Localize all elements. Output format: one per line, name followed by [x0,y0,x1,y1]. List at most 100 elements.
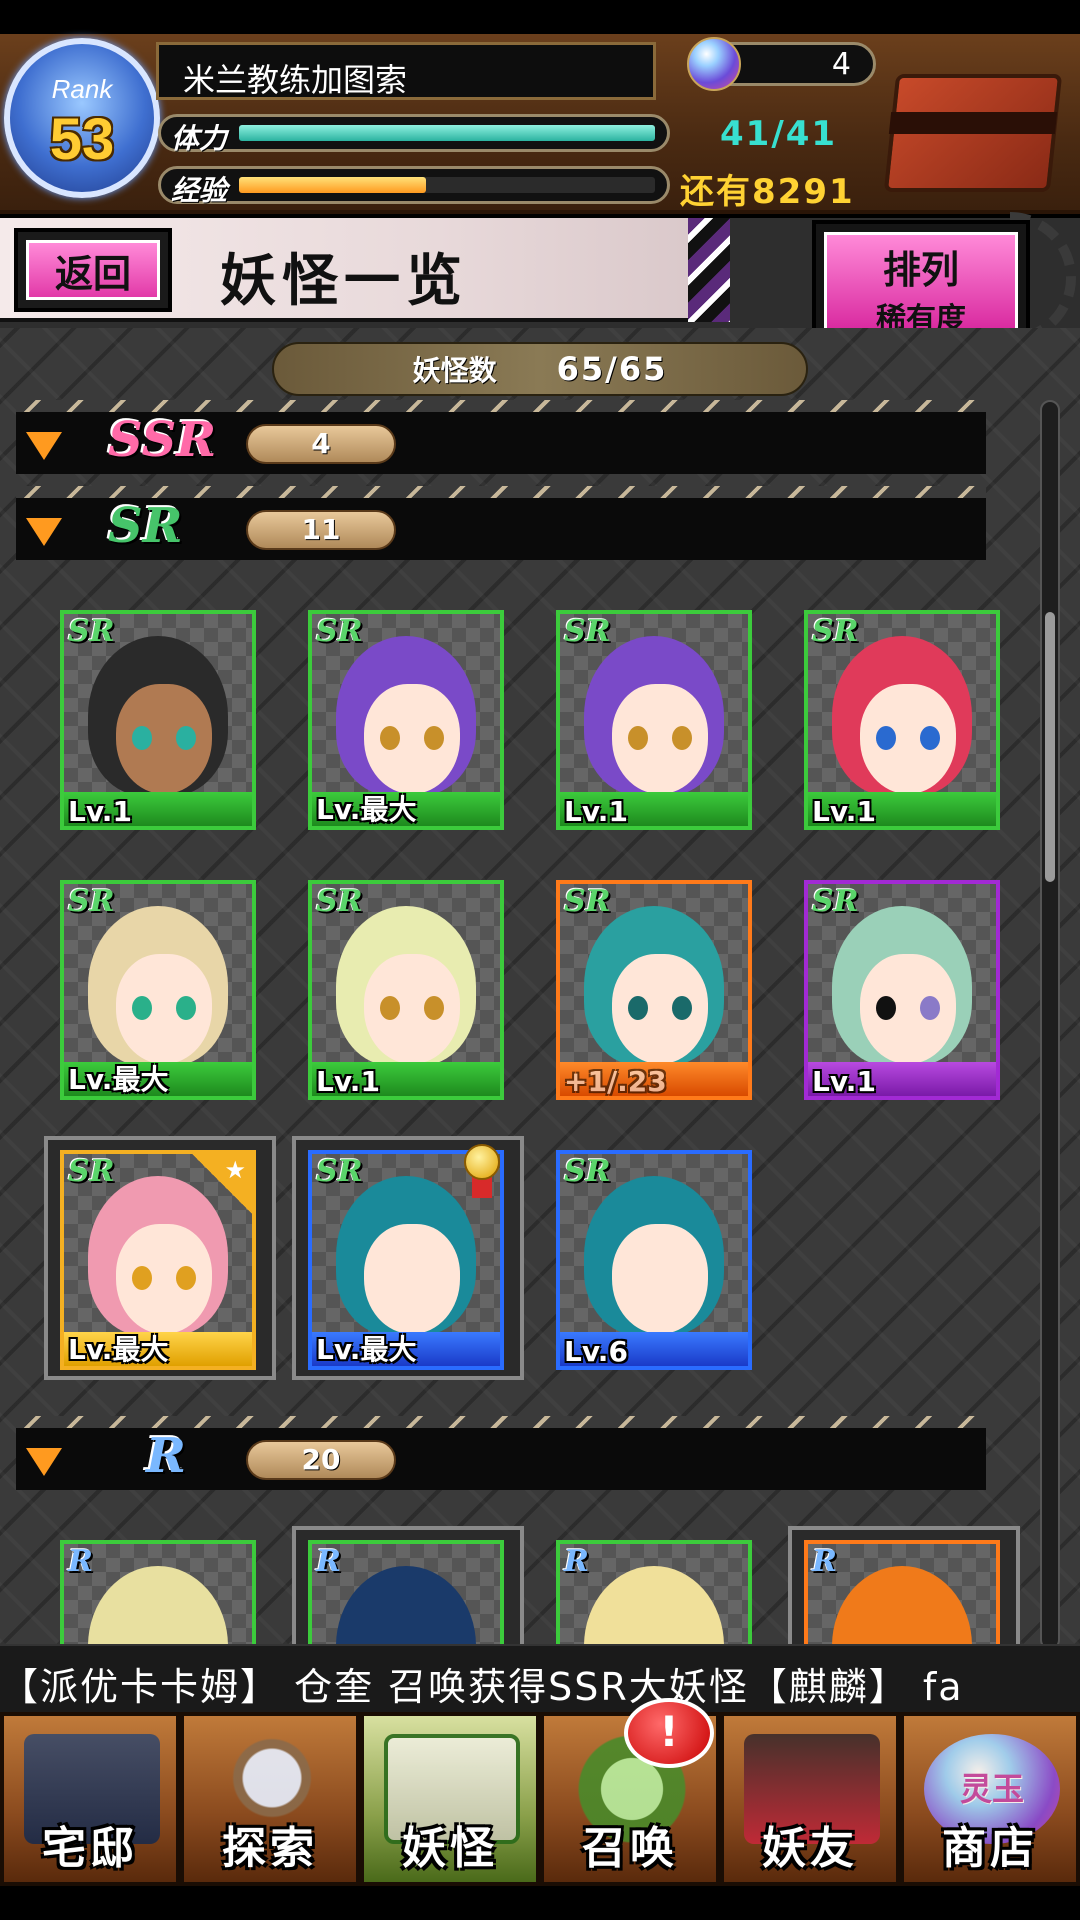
title-strip: 返回 妖怪一览 [0,218,730,322]
nav-friends[interactable]: 妖友 [720,1712,900,1886]
collapse-arrow-icon[interactable] [26,432,62,460]
yokai-card[interactable]: SR Lv.1 [308,880,504,1100]
back-button[interactable]: 返回 [14,228,172,312]
portrait-eye [876,726,896,750]
yokai-card[interactable]: SR Lv.最大 [60,880,256,1100]
exp-label: 经验 [171,174,228,207]
portrait-hair [832,1566,972,1644]
collapse-arrow-icon[interactable] [26,1448,62,1476]
portrait-eye [132,1266,152,1290]
player-name: 米兰教练加图索 [183,61,408,99]
card-rarity-tag: SR [564,614,611,649]
portrait-eye [176,996,196,1020]
portrait-face [116,684,212,794]
gem-count: 4 [831,47,851,82]
yokai-list[interactable]: 妖怪数 65/65 SSR 4 SR 11 SR Lv.1 SR Lv.最大 S… [0,328,1080,1644]
group-header-sr[interactable]: SR 11 [16,486,986,560]
card-frame: SR Lv.1 [60,610,256,830]
yokai-card[interactable]: R [60,1540,256,1644]
page-title: 妖怪一览 [220,248,468,314]
scrollbar-thumb[interactable] [1045,612,1055,882]
sort-button[interactable]: 排列 稀有度 [812,220,1030,344]
portrait-eye [380,996,400,1020]
rank-badge[interactable]: Rank 53 [4,38,160,198]
card-level: Lv.1 [812,795,876,828]
announcement-ticker: 【派优卡卡姆】 仓奎 召唤获得SSR大妖怪【麒麟】 fa [0,1644,1080,1712]
scrollbar[interactable] [1040,400,1060,1644]
exp-track [239,177,655,193]
orb-text: 灵玉 [959,1770,1024,1808]
player-name-box: 米兰教练加图索 [156,42,656,100]
exp-bar: 经验 [158,166,670,207]
yokai-card[interactable]: R [556,1540,752,1644]
yokai-card[interactable]: SR +1/.23 [556,880,752,1100]
spirit-gem-icon [687,37,741,91]
group-header-ssr[interactable]: SSR 4 [16,400,986,474]
collapse-arrow-icon[interactable] [26,518,62,546]
group-header-r[interactable]: R 20 [16,1416,986,1490]
yokai-card[interactable]: SR Lv.1 [60,610,256,830]
yokai-card[interactable]: SR Lv.6 [556,1150,752,1370]
summon-alert-badge[interactable]: ! [624,1698,714,1768]
yokai-card[interactable]: SR Lv.1 [804,610,1000,830]
exp-remaining: 还有8291 [680,172,855,212]
rank-value: 53 [49,107,115,172]
sort-title: 排列 [882,248,959,292]
stamina-track [239,125,655,141]
card-frame: R [308,1540,504,1644]
nav-mansion[interactable]: 宅邸 [0,1712,180,1886]
portrait-eye [380,726,400,750]
yokai-card[interactable]: SR Lv.最大 [292,1136,524,1380]
card-rarity-tag: SR [316,614,363,649]
card-level: Lv.1 [812,1065,876,1098]
card-level: Lv.1 [68,795,132,828]
card-level: Lv.最大 [316,1333,417,1366]
card-rarity-tag: SR [68,884,115,919]
gem-counter[interactable]: 4 [687,37,876,91]
card-rarity-tag: R [812,1544,837,1579]
status-bar [0,0,1080,34]
card-rarity-tag: R [564,1544,589,1579]
portrait-face [612,954,708,1064]
card-frame: SR Lv.最大 [308,610,504,830]
nav-explore[interactable]: 探索 [180,1712,360,1886]
portrait-eye [628,996,648,1020]
portrait-face [612,684,708,794]
group-count-r: 20 [246,1440,396,1480]
card-frame: SR Lv.1 [804,610,1000,830]
card-rarity-tag: SR [68,614,115,649]
yokai-count-pill: 妖怪数 65/65 [272,342,808,396]
yokai-card[interactable]: SR Lv.1 [556,610,752,830]
yokai-card[interactable]: SR Lv.1 [804,880,1000,1100]
sort-button-face: 排列 稀有度 [824,232,1018,337]
portrait-face [364,684,460,794]
chest-stripe [888,112,1058,134]
portrait-hair [584,1566,724,1644]
nav-label: 妖友 [762,1823,858,1874]
card-rarity-tag: SR [316,1154,363,1189]
ticker-text: 【派优卡卡姆】 仓奎 召唤获得SSR大妖怪【麒麟】 fa [0,1665,964,1709]
nav-label: 妖怪 [402,1823,498,1874]
card-level: Lv.1 [564,795,628,828]
treasure-chest-icon[interactable] [878,44,1068,204]
yokai-card[interactable]: ★ SR Lv.最大 [44,1136,276,1380]
portrait-eye [424,996,444,1020]
portrait-face [860,954,956,1064]
yokai-card[interactable]: SR Lv.最大 [308,610,504,830]
yokai-card[interactable]: R [788,1526,1020,1644]
nav-label: 召唤 [582,1823,678,1874]
eyepatch [876,996,896,1020]
portrait-eye [132,996,152,1020]
star-icon: ★ [224,1156,246,1184]
card-frame: SR Lv.最大 [60,880,256,1100]
portrait-eye [176,726,196,750]
exp-fill [239,177,427,193]
nav-shop[interactable]: 灵玉 商店 [900,1712,1080,1886]
yokai-card[interactable]: R [292,1526,524,1644]
group-count-sr: 11 [246,510,396,550]
portrait-eye [628,726,648,750]
portrait-face [116,954,212,1064]
player-header: Rank 53 米兰教练加图索 体力 经验 41/41 还有8291 4 [0,34,1080,214]
portrait-eye [672,996,692,1020]
nav-yokai[interactable]: 妖怪 [360,1712,540,1886]
